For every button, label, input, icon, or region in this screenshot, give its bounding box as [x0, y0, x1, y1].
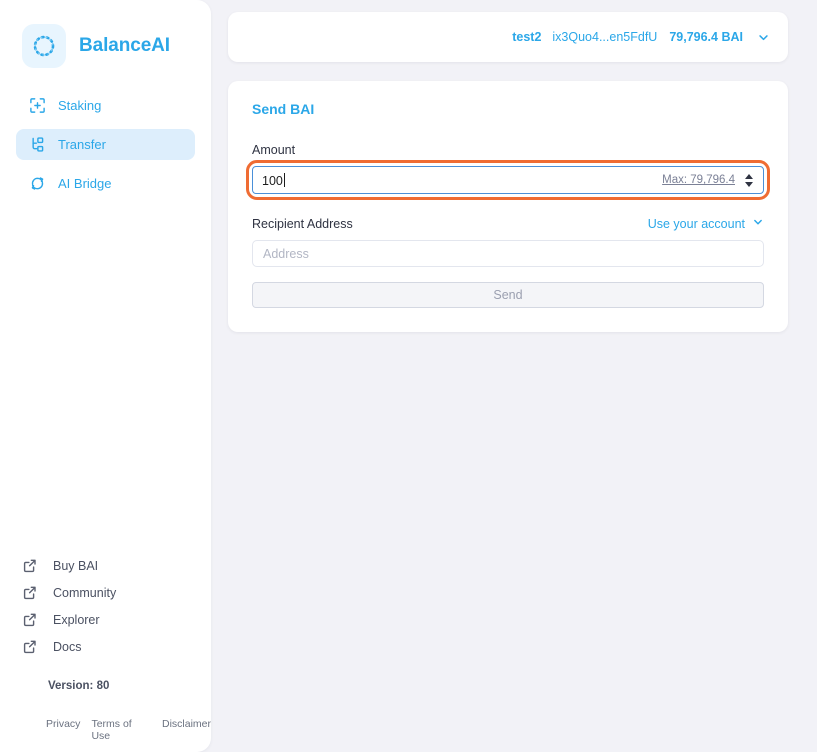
sidebar-item-label: Staking	[58, 98, 102, 113]
brand: BalanceAI	[0, 0, 211, 70]
account-selector[interactable]: test2 ix3Quo4...en5FdfU 79,796.4 BAI	[228, 12, 788, 62]
account-address: ix3Quo4...en5FdfU	[552, 30, 658, 44]
external-link-icon	[22, 585, 38, 601]
legal-link-privacy[interactable]: Privacy	[46, 718, 80, 742]
legal-link-terms-of-use[interactable]: Terms of Use	[91, 718, 151, 742]
external-link-label: Docs	[53, 639, 82, 654]
recipient-address-input[interactable]: Address	[252, 240, 764, 267]
dotted-ring-logo-icon	[22, 24, 66, 68]
chevron-down-icon	[752, 216, 764, 231]
main-content: test2 ix3Quo4...en5FdfU 79,796.4 BAI Sen…	[228, 0, 788, 332]
stepper-down-arrow[interactable]	[744, 181, 753, 187]
amount-label: Amount	[252, 143, 296, 157]
external-link-docs[interactable]: Docs	[22, 633, 189, 660]
external-link-explorer[interactable]: Explorer	[22, 606, 189, 633]
sidebar-item-staking[interactable]: Staking	[16, 90, 195, 121]
external-link-icon	[22, 612, 38, 628]
use-your-account-label: Use your account	[647, 216, 745, 231]
legal-links: Privacy Terms of Use Disclaimer	[46, 718, 211, 742]
amount-input-value: 100	[262, 173, 283, 188]
legal-link-disclaimer[interactable]: Disclaimer	[162, 718, 211, 742]
brand-name: BalanceAI	[79, 35, 170, 56]
amount-field-wrapper: 100 Max: 79,796.4	[246, 160, 770, 200]
sidebar-item-ai-bridge[interactable]: AI Bridge	[16, 168, 195, 199]
text-caret	[283, 172, 285, 187]
transfer-nodes-icon	[28, 136, 46, 154]
external-link-label: Explorer	[53, 612, 100, 627]
spinner-arrows-icon[interactable]	[742, 170, 755, 190]
staking-plus-frame-icon	[28, 97, 46, 115]
send-button[interactable]: Send	[252, 282, 764, 308]
version-label: Version: 80	[48, 680, 110, 692]
external-link-icon	[22, 558, 38, 574]
external-link-buy-bai[interactable]: Buy BAI	[22, 552, 189, 579]
external-link-community[interactable]: Community	[22, 579, 189, 606]
account-name: test2	[512, 30, 542, 44]
recipient-label-row: Recipient Address Use your account	[252, 216, 764, 231]
sidebar-item-label: Transfer	[58, 137, 106, 152]
recipient-address-placeholder: Address	[263, 246, 309, 261]
external-link-icon	[22, 639, 38, 655]
account-balance: 79,796.4 BAI	[669, 30, 743, 44]
sidebar-item-label: AI Bridge	[58, 176, 112, 191]
recipient-address-label: Recipient Address	[252, 216, 353, 231]
stepper-up-arrow[interactable]	[744, 173, 753, 179]
use-your-account-dropdown[interactable]: Use your account	[648, 216, 764, 231]
send-bai-card: Send BAI Amount 100 Max: 79,796.4 Recipi…	[228, 81, 788, 332]
amount-input[interactable]: 100 Max: 79,796.4	[252, 166, 764, 194]
sidebar-item-transfer[interactable]: Transfer	[16, 129, 195, 160]
chevron-down-icon	[757, 31, 770, 44]
external-links-list: Buy BAI Community Explorer Docs	[0, 552, 211, 660]
external-link-label: Community	[53, 585, 117, 600]
bridge-refresh-icon	[28, 175, 46, 193]
sidebar-nav: Staking Transfer AI Bridge	[0, 90, 211, 199]
sidebar: BalanceAI Staking Transfer AI Bridge Buy…	[0, 0, 211, 752]
external-link-label: Buy BAI	[53, 558, 99, 573]
page-title: Send BAI	[252, 101, 315, 117]
max-amount-link[interactable]: Max: 79,796.4	[662, 174, 735, 186]
